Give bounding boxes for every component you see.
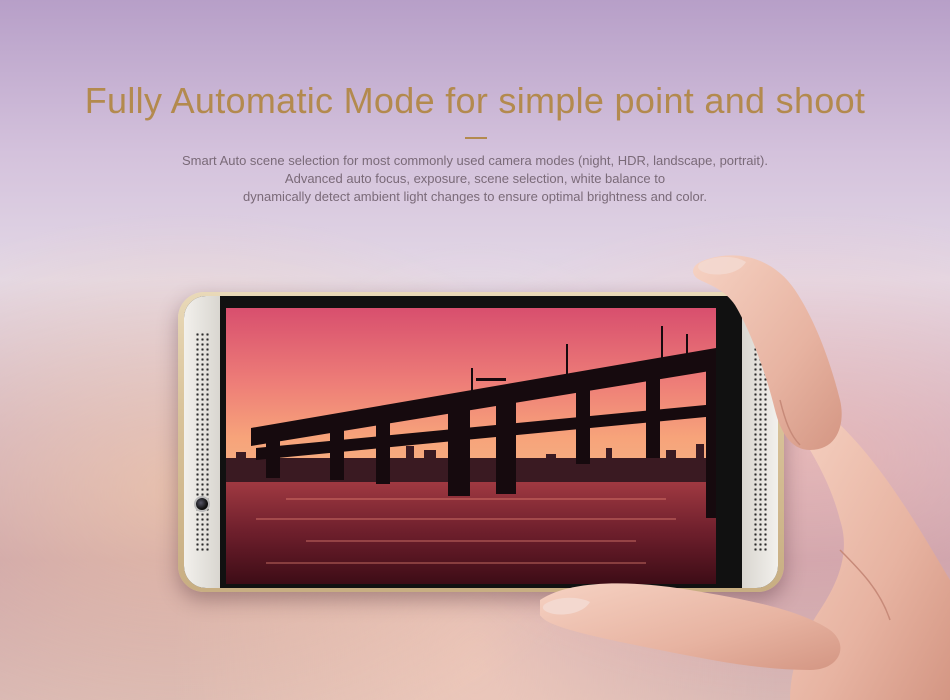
- speaker-grille-icon: [195, 332, 209, 552]
- camera-lens-icon: [194, 496, 210, 512]
- hand-illustration: [536, 255, 950, 700]
- description-line-3: dynamically detect ambient light changes…: [243, 189, 707, 204]
- title-divider: [465, 137, 487, 139]
- description-line-2: Advanced auto focus, exposure, scene sel…: [284, 171, 666, 186]
- hand-holding-phone: [536, 250, 950, 700]
- hero-description: Smart Auto scene selection for most comm…: [0, 152, 950, 206]
- left-speaker-panel: [184, 296, 220, 588]
- description-line-1: Smart Auto scene selection for most comm…: [182, 153, 768, 168]
- hero-title: Fully Automatic Mode for simple point an…: [84, 80, 866, 121]
